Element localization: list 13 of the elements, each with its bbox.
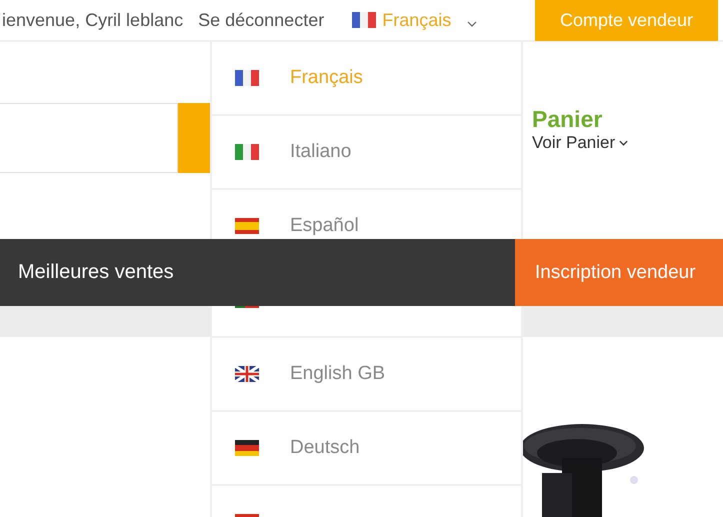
logout-link[interactable]: Se déconnecter xyxy=(198,10,324,30)
language-option[interactable]: Français xyxy=(290,66,363,90)
language-option[interactable]: Italiano xyxy=(290,140,352,164)
view-cart-link[interactable]: Voir Panier xyxy=(532,133,628,153)
language-option[interactable]: Español xyxy=(290,214,359,238)
language-option[interactable]: Deutsch xyxy=(290,436,360,460)
cart-title: Panier xyxy=(532,106,604,133)
seller-signup-link[interactable]: Inscription vendeur xyxy=(515,239,723,306)
seller-account-button[interactable]: Compte vendeur xyxy=(535,0,718,41)
language-option[interactable]: English GB xyxy=(290,362,386,386)
nav-link[interactable]: Meilleures ventes xyxy=(0,239,174,306)
language-selector[interactable]: Français xyxy=(352,10,478,30)
welcome-text: ienvenue, Cyril leblanc xyxy=(2,10,184,30)
